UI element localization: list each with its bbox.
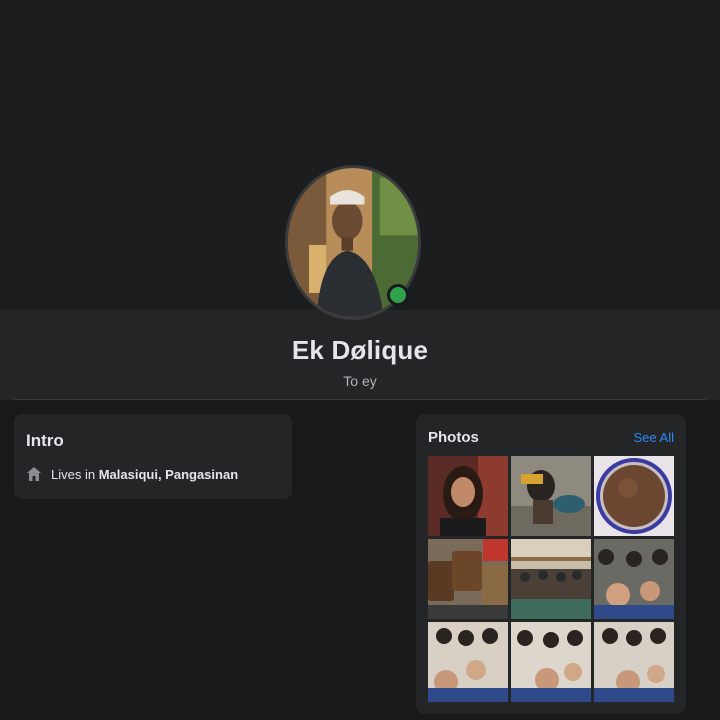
- photos-card: Photos See All: [416, 414, 686, 714]
- intro-location[interactable]: Malasiqui, Pangasinan: [99, 467, 238, 482]
- profile-bio: To ey: [343, 373, 377, 389]
- see-all-photos-link[interactable]: See All: [634, 430, 674, 445]
- intro-lives-in: Lives in Malasiqui, Pangasinan: [26, 464, 238, 484]
- intro-title: Intro: [26, 431, 64, 450]
- intro-lives-prefix: Lives in: [51, 466, 99, 482]
- photos-title: Photos: [428, 429, 479, 446]
- photo-thumbnail-2[interactable]: [511, 456, 591, 536]
- header-divider: [14, 399, 706, 400]
- intro-card: Intro Lives in Malasiqui, Pangasinan: [14, 414, 292, 499]
- photo-thumbnail-3[interactable]: [594, 456, 674, 536]
- photo-thumbnail-4[interactable]: [428, 539, 508, 619]
- photo-thumbnail-9[interactable]: [594, 622, 674, 702]
- home-icon: [26, 466, 42, 482]
- photo-thumbnail-5[interactable]: [511, 539, 591, 619]
- photo-thumbnail-1[interactable]: [428, 456, 508, 536]
- photo-thumbnail-8[interactable]: [511, 622, 591, 702]
- profile-name: Ek Dølique: [291, 335, 429, 365]
- online-status-indicator: [387, 284, 409, 306]
- photo-thumbnail-7[interactable]: [428, 622, 508, 702]
- photo-grid: [428, 456, 674, 702]
- photo-thumbnail-6[interactable]: [594, 539, 674, 619]
